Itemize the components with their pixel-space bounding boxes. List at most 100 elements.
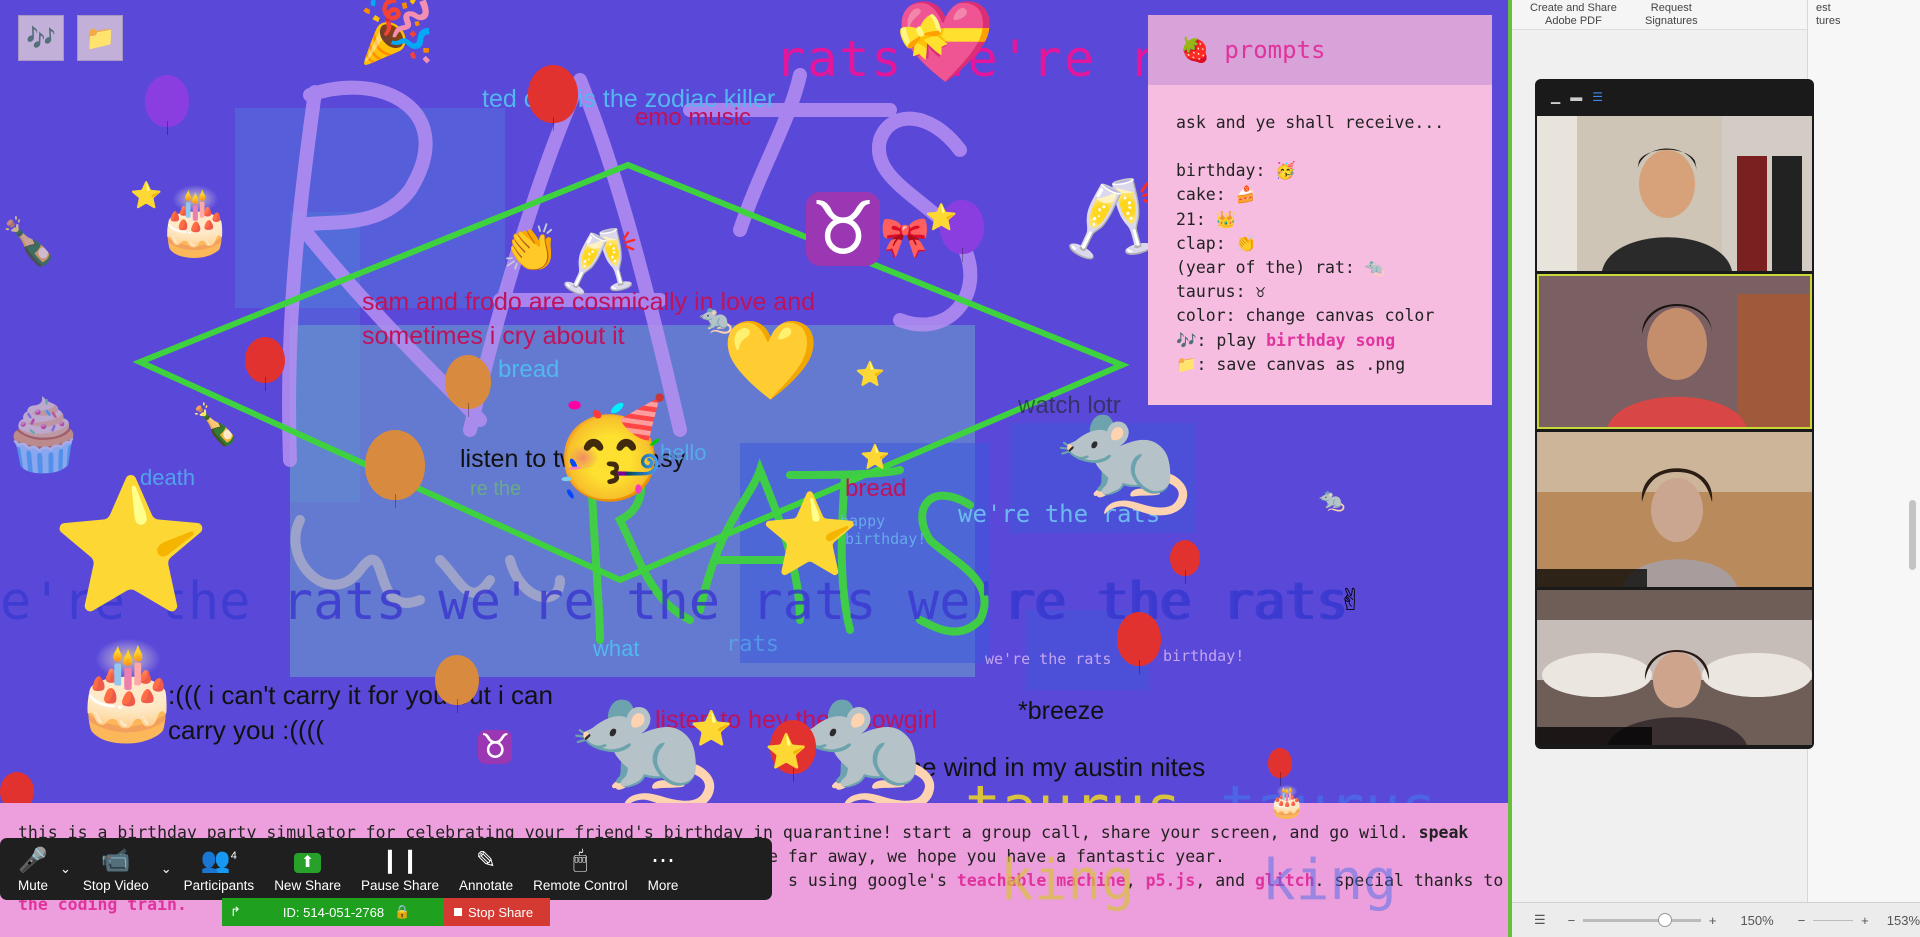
pause-share-button[interactable]: ❙❙ Pause Share <box>351 838 449 900</box>
participant-video-active-speaker[interactable] <box>1537 274 1812 429</box>
canvas-message: emo music <box>635 104 752 131</box>
prompt-line: taurus: ♉ <box>1176 282 1266 302</box>
canvas-message: king <box>1000 848 1135 913</box>
zoom-level-2: 153% <box>1886 912 1920 928</box>
request-signatures-tool[interactable]: Request Signatures <box>1645 2 1698 28</box>
video-camera-icon: 📹 <box>100 847 131 874</box>
status-bar: ☰ − + 150% − + 153% <box>1512 902 1920 937</box>
audio-options-caret[interactable]: ⌄ <box>58 838 73 900</box>
participant-video-feed <box>1537 432 1812 587</box>
arrow-icon: ↱ <box>230 904 241 919</box>
canvas-message: re the rats <box>1005 572 1350 632</box>
star-cluster-icon: ⭐ <box>760 488 860 581</box>
star-icon: ⭐ <box>690 709 733 749</box>
canvas-message: we're the rats <box>985 650 1112 668</box>
tool-label[interactable]: est tures <box>1816 2 1840 28</box>
prompt-line: birthday: 🥳 <box>1176 161 1296 181</box>
canvas-message: king <box>1262 848 1397 913</box>
birthday-cake-icon: 🎂 <box>70 637 185 744</box>
clap-icon: 👏 <box>502 221 560 275</box>
prompts-list: ask and ye shall receive... birthday: 🥳 ca… <box>1148 85 1492 377</box>
zoom-level: 150% <box>1740 912 1774 928</box>
p5-canvas[interactable]: 🎶 📁 rats we're rats ted cruz is the zodi… <box>0 0 1508 937</box>
heart-icon: 💛 <box>722 316 820 406</box>
zoom-out-button-2[interactable]: − <box>1798 913 1806 928</box>
microphone-icon: 🎤 <box>18 847 48 874</box>
participant-video[interactable] <box>1537 590 1812 745</box>
stop-share-button[interactable]: Stop Share <box>444 898 550 926</box>
zoom-in-button[interactable]: + <box>1709 913 1717 928</box>
rat-icon: 🐀 <box>1318 488 1346 513</box>
canvas-message: bread <box>498 356 560 383</box>
participant-video-feed <box>1537 116 1812 271</box>
pdf-tools-bar: Create and Share Adobe PDF Request Signa… <box>1512 0 1807 30</box>
rat-icon: 🐀 <box>698 302 733 335</box>
annotate-button[interactable]: ✎ Annotate <box>449 838 523 900</box>
gallery-view-icon[interactable]: ☰ <box>1592 90 1603 104</box>
bottle-icon: 🍾 <box>0 214 58 268</box>
zoom-slider-thumb[interactable] <box>1658 912 1673 927</box>
rat-icon: 🐀 <box>1055 391 1192 519</box>
create-share-pdf-tool[interactable]: Create and Share Adobe PDF <box>1530 2 1617 28</box>
gallery-view-controls: ▁ ▬ ☰ <box>1535 79 1814 115</box>
participant-video[interactable] <box>1537 116 1812 271</box>
balloon-icon <box>145 75 189 135</box>
canvas-message: re the <box>470 478 522 500</box>
balloon-icon <box>1170 540 1200 584</box>
cupcake-icon: 🧁 <box>0 394 88 476</box>
canvas-message: carry you :(((( <box>168 715 324 745</box>
canvas-message: rats <box>726 632 779 657</box>
prompts-title: 🍓 prompts <box>1148 15 1492 85</box>
balloon-icon <box>435 655 479 713</box>
birthday-cake-icon: 🎂 <box>155 185 235 259</box>
party-face-icon: 🥳 <box>550 392 670 504</box>
star-icon: ⭐ <box>765 732 808 772</box>
prompt-line: color: change canvas color <box>1176 306 1435 326</box>
prompts-intro: ask and ye shall receive... <box>1176 113 1445 132</box>
taurus-icon: ♉ <box>478 727 513 767</box>
zoom-out-button[interactable]: − <box>1568 913 1576 928</box>
balloon-icon <box>245 337 285 391</box>
star-icon: ⭐ <box>130 181 163 211</box>
prompts-panel: 🍓 prompts ask and ye shall receive... bir… <box>1148 15 1492 405</box>
participant-video-feed <box>1537 274 1812 429</box>
participant-video[interactable] <box>1537 432 1812 587</box>
birthday-song-link[interactable]: birthday song <box>1266 331 1395 350</box>
prompt-line: (year of the) rat: 🐀 <box>1176 258 1386 278</box>
star-icon: ⭐ <box>925 203 958 233</box>
balloon-icon <box>528 65 578 131</box>
new-share-button[interactable]: ⬆ New Share <box>264 838 351 900</box>
more-button[interactable]: ⋯ More <box>638 838 689 900</box>
pencil-icon: ✎ <box>476 847 497 874</box>
prompt-line: 🎶: play birthday song <box>1176 329 1492 353</box>
meeting-id-bar[interactable]: ↱ ID: 514-051-2768 🔒 <box>222 898 444 926</box>
scrollbar-thumb[interactable] <box>1909 500 1916 570</box>
list-icon[interactable]: ☰ <box>1534 912 1546 928</box>
more-dots-icon: ⋯ <box>651 847 676 874</box>
prompt-line: 📁: save canvas as .png <box>1176 354 1406 374</box>
taurus-icon: ♉ <box>806 192 881 266</box>
party-popper-icon: 🎉 <box>358 0 436 67</box>
participant-name-label <box>1537 569 1647 587</box>
participant-name-label <box>1537 727 1652 745</box>
stop-video-button[interactable]: 📹 Stop Video <box>73 838 159 900</box>
zoom-slider[interactable] <box>1583 912 1701 927</box>
minimize-icon[interactable]: ▁ <box>1551 90 1560 104</box>
stop-icon <box>454 908 462 916</box>
canvas-message: what <box>593 636 640 661</box>
prompt-line: 21: 👑 <box>1176 209 1237 229</box>
secondary-pane: est tures <box>1807 0 1920 902</box>
p5js-link[interactable]: p5.js <box>1146 871 1196 890</box>
video-options-caret[interactable]: ⌄ <box>159 838 174 900</box>
speaker-view-icon[interactable]: ▬ <box>1570 90 1582 104</box>
participants-button[interactable]: 👥4 Participants <box>174 838 265 900</box>
remote-control-button[interactable]: 🖱 Remote Control <box>523 838 638 900</box>
zoom-in-button-2[interactable]: + <box>1861 913 1869 928</box>
participant-video-feed <box>1537 590 1812 745</box>
mute-button[interactable]: 🎤 Mute <box>0 838 58 900</box>
canvas-message: *breeze <box>1018 697 1105 725</box>
star-cluster-icon: ⭐ <box>50 469 212 621</box>
cake-icon: 🎂 <box>1268 785 1306 820</box>
canvas-message: birthday! <box>1163 647 1245 665</box>
heart-icon: 💝 <box>895 0 995 88</box>
